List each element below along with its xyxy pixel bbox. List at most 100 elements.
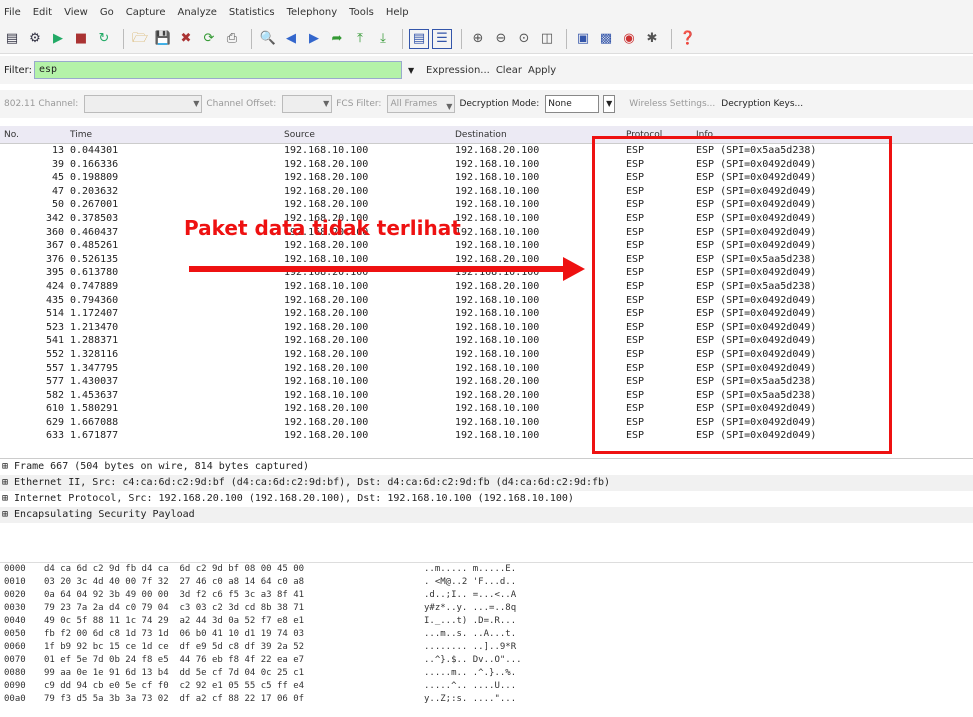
packet-time: 1.347795 xyxy=(70,362,119,374)
clear-button[interactable]: Clear xyxy=(496,65,522,76)
fcs-filter-value: All Frames xyxy=(390,99,438,109)
packet-destination: 192.168.10.100 xyxy=(455,308,540,320)
back-icon[interactable]: ◀ xyxy=(281,29,301,49)
packet-time: 1.213470 xyxy=(70,321,119,333)
decryption-keys-button[interactable]: Decryption Keys... xyxy=(721,99,803,109)
start-icon[interactable]: ▶ xyxy=(48,29,68,49)
hex-bytes: 01 ef 5e 7d 0b 24 f8 e5 44 76 eb f8 4f 2… xyxy=(44,655,305,665)
hex-row[interactable]: 0040 49 0c 5f 88 11 1c 74 29 a2 44 3d 0a … xyxy=(0,615,973,628)
hex-row[interactable]: 0070 01 ef 5e 7d 0b 24 f8 e5 44 76 eb f8 … xyxy=(0,654,973,667)
display-filters-icon[interactable]: ▩ xyxy=(596,29,616,49)
menu-item-edit[interactable]: Edit xyxy=(33,7,52,18)
hex-row[interactable]: 0030 79 23 7a 2a d4 c0 79 04 c3 03 c2 3d … xyxy=(0,602,973,615)
hex-row[interactable]: 0080 99 aa 0e 1e 91 6d 13 b4 dd 5e cf 7d … xyxy=(0,667,973,680)
toolbar-divider xyxy=(251,28,252,49)
zoom-normal-icon[interactable]: ⊙ xyxy=(514,29,534,49)
open-icon[interactable]: 🗁 xyxy=(130,29,150,49)
packet-no: 552 xyxy=(45,348,64,360)
hex-ascii: y..Z;:s. ...."... xyxy=(424,694,517,704)
filter-input[interactable]: esp xyxy=(34,61,402,79)
detail-tree-item[interactable]: ⊞ Ethernet II, Src: c4:ca:6d:c2:9d:bf (d… xyxy=(0,475,973,491)
packet-time: 0.166336 xyxy=(70,158,119,170)
packet-no: 610 xyxy=(45,403,64,415)
colorize-icon[interactable]: ▤ xyxy=(409,28,429,49)
wireless-settings-button[interactable]: Wireless Settings... xyxy=(629,99,715,109)
toolbar-divider xyxy=(566,28,567,49)
hex-row[interactable]: 0000 d4 ca 6d c2 9d fb d4 ca 6d c2 9d bf … xyxy=(0,563,973,576)
preferences-icon[interactable]: ✱ xyxy=(642,29,662,49)
packet-details: ⊞ Frame 667 (504 bytes on wire, 814 byte… xyxy=(0,458,973,528)
top-icon[interactable]: ⤒ xyxy=(350,29,370,49)
packet-no: 45 xyxy=(51,172,64,184)
hex-row[interactable]: 0060 1f b9 92 bc 15 ce 1d ce df e9 5d c8 … xyxy=(0,641,973,654)
capture-filters-icon[interactable]: ▣ xyxy=(573,29,593,49)
menu-item-analyze[interactable]: Analyze xyxy=(177,7,216,18)
detail-tree-item[interactable]: ⊞ Encapsulating Security Payload xyxy=(0,507,973,523)
packet-source: 192.168.20.100 xyxy=(284,308,369,320)
apply-button[interactable]: Apply xyxy=(528,65,556,76)
resize-columns-icon[interactable]: ◫ xyxy=(537,29,557,49)
options-icon[interactable]: ⚙ xyxy=(25,29,45,49)
menu-item-go[interactable]: Go xyxy=(100,7,114,18)
menu-item-tools[interactable]: Tools xyxy=(349,7,374,18)
autoscroll-icon[interactable]: ☰ xyxy=(432,28,452,49)
packet-destination: 192.168.10.100 xyxy=(455,185,540,197)
goto-icon[interactable]: ➦ xyxy=(327,29,347,49)
channel-offset-select[interactable]: ▼ xyxy=(282,95,333,113)
hex-row[interactable]: 0090 c9 dd 94 cb e0 5e cf f0 c2 92 e1 05 … xyxy=(0,680,973,693)
detail-tree-item[interactable]: ⊞ Frame 667 (504 bytes on wire, 814 byte… xyxy=(0,459,973,475)
coloring-rules-icon[interactable]: ◉ xyxy=(619,29,639,49)
packet-time: 1.671877 xyxy=(70,430,119,442)
packet-destination: 192.168.20.100 xyxy=(455,376,540,388)
hex-ascii: .....^.. ....U... xyxy=(424,681,517,691)
packet-source: 192.168.20.100 xyxy=(284,403,369,415)
menu-item-telephony[interactable]: Telephony xyxy=(287,7,338,18)
close-icon[interactable]: ✖ xyxy=(176,29,196,49)
find-icon[interactable]: 🔍 xyxy=(258,29,278,49)
menu-item-capture[interactable]: Capture xyxy=(126,7,166,18)
packet-destination: 192.168.10.100 xyxy=(455,362,540,374)
column-source[interactable]: Source xyxy=(284,130,315,140)
column-time[interactable]: Time xyxy=(70,130,92,140)
column-destination[interactable]: Destination xyxy=(455,130,507,140)
hex-row[interactable]: 0020 0a 64 04 92 3b 49 00 00 3d f2 c6 f5 … xyxy=(0,589,973,602)
hex-row[interactable]: 00a0 79 f3 d5 5a 3b 3a 73 02 df a2 cf 88 … xyxy=(0,693,973,706)
print-icon[interactable]: ⎙ xyxy=(222,29,242,49)
fcs-filter-select[interactable]: All Frames ▼ xyxy=(387,95,456,113)
decryption-dropdown[interactable]: ▼ xyxy=(603,95,616,113)
bottom-icon[interactable]: ⤓ xyxy=(373,29,393,49)
channel-select[interactable]: ▼ xyxy=(84,95,203,113)
decryption-mode-select[interactable]: None xyxy=(545,95,600,113)
packet-destination: 192.168.10.100 xyxy=(455,212,540,224)
menu-item-help[interactable]: Help xyxy=(386,7,409,18)
packet-time: 0.747889 xyxy=(70,280,119,292)
menu-item-file[interactable]: File xyxy=(4,7,21,18)
detail-tree-item[interactable]: ⊞ Internet Protocol, Src: 192.168.20.100… xyxy=(0,491,973,507)
hex-row[interactable]: 0010 03 20 3c 4d 40 00 7f 32 27 46 c0 a8 … xyxy=(0,576,973,589)
arrow-head xyxy=(563,257,585,281)
hex-ascii: .d..;I.. =...<..A xyxy=(424,590,517,600)
packet-destination: 192.168.10.100 xyxy=(455,430,540,442)
interface-icon[interactable]: ▤ xyxy=(2,29,22,49)
column-no[interactable]: No. xyxy=(4,130,19,140)
save-icon[interactable]: 💾 xyxy=(153,29,173,49)
chevron-down-icon[interactable]: ▼ xyxy=(408,66,420,75)
packet-bytes: 0000 d4 ca 6d c2 9d fb d4 ca 6d c2 9d bf … xyxy=(0,562,973,717)
hex-row[interactable]: 0050 fb f2 00 6d c8 1d 73 1d 06 b0 41 10 … xyxy=(0,628,973,641)
chevron-down-icon: ▼ xyxy=(446,102,453,111)
restart-icon[interactable]: ↻ xyxy=(94,29,114,49)
menu-item-view[interactable]: View xyxy=(64,7,88,18)
forward-icon[interactable]: ▶ xyxy=(304,29,324,49)
packet-no: 629 xyxy=(45,416,64,428)
packet-destination: 192.168.10.100 xyxy=(455,226,540,238)
packet-time: 1.288371 xyxy=(70,335,119,347)
packet-destination: 192.168.20.100 xyxy=(455,280,540,292)
menu-item-statistics[interactable]: Statistics xyxy=(229,7,275,18)
zoom-in-icon[interactable]: ⊕ xyxy=(468,29,488,49)
expression-button[interactable]: Expression... xyxy=(426,65,490,76)
wireless-toolbar: 802.11 Channel: ▼ Channel Offset: ▼ FCS … xyxy=(0,90,973,118)
zoom-out-icon[interactable]: ⊖ xyxy=(491,29,511,49)
reload-icon[interactable]: ⟳ xyxy=(199,29,219,49)
help-icon[interactable]: ❓ xyxy=(678,29,698,49)
stop-icon[interactable]: ■ xyxy=(71,29,91,49)
